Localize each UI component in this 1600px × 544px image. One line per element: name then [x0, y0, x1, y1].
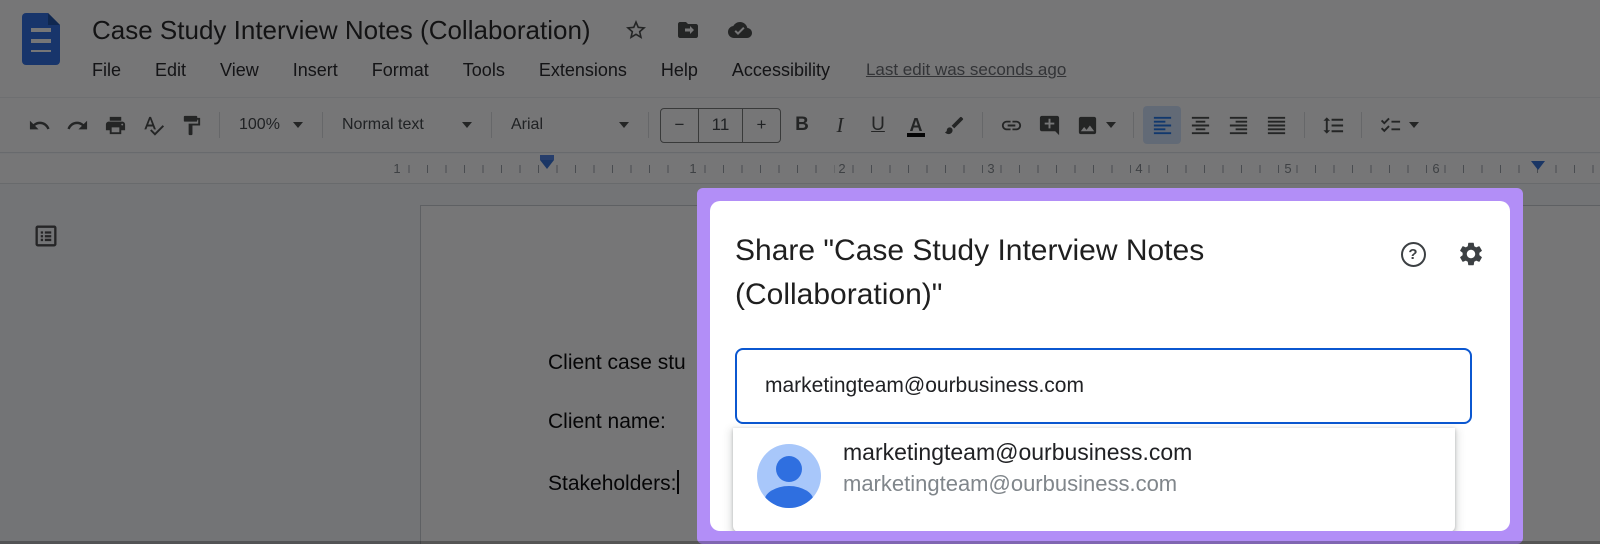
suggestion-name: marketingteam@ourbusiness.com [843, 439, 1193, 465]
share-dialog: Share "Case Study Interview Notes (Colla… [710, 201, 1510, 531]
help-icon: ? [1400, 241, 1426, 267]
suggestion-email: marketingteam@ourbusiness.com [843, 471, 1178, 496]
share-dialog-header-icons: ? [1398, 239, 1486, 269]
google-docs-app: Case Study Interview Notes (Collaboratio… [0, 0, 1600, 544]
suggestion-item[interactable]: marketingteam@ourbusiness.com marketingt… [733, 428, 1455, 531]
avatar-body [764, 486, 814, 508]
gear-icon [1460, 242, 1482, 266]
share-dialog-title: Share "Case Study Interview Notes (Colla… [735, 234, 1205, 311]
share-dialog-highlight-frame: Share "Case Study Interview Notes (Colla… [697, 188, 1523, 544]
suggestion-dropdown: marketingteam@ourbusiness.com marketingt… [733, 428, 1455, 531]
person-avatar-icon [757, 444, 821, 508]
avatar-head [776, 456, 802, 482]
share-people-input[interactable] [735, 348, 1472, 424]
share-settings-button[interactable] [1456, 239, 1486, 269]
help-button[interactable]: ? [1398, 239, 1428, 269]
